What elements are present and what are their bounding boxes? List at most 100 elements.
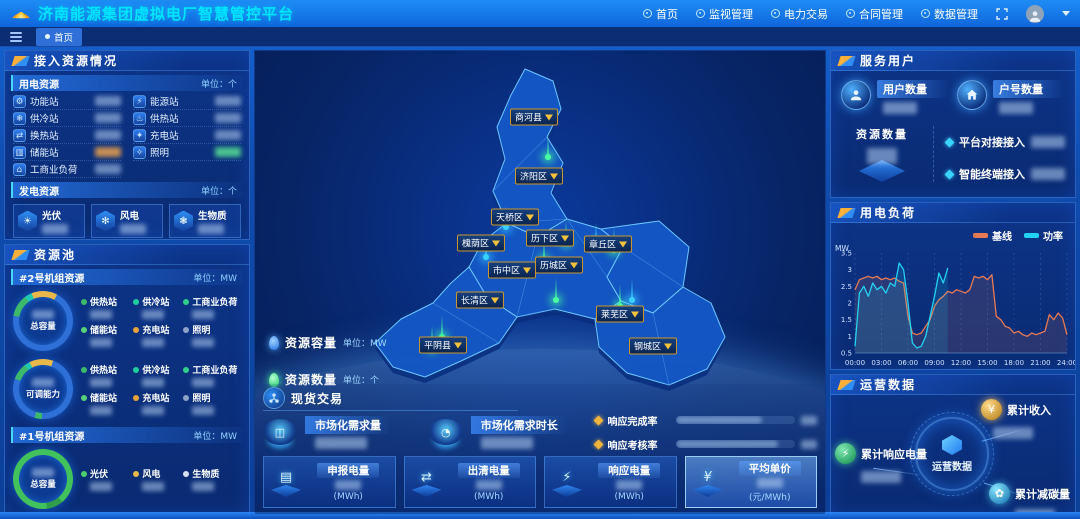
panel-header: 接入资源情况 [5, 51, 249, 71]
marker-triangle-icon [454, 342, 462, 348]
legend-swatch [1024, 233, 1039, 238]
legend-dot [81, 395, 87, 401]
user-avatar[interactable] [1026, 5, 1044, 23]
nav-item-contract[interactable]: 合同管理 [846, 6, 903, 22]
platform-access-row: 平台对接接入 [946, 134, 1065, 150]
donut-legend: 供热站 供冷站 工商业负荷 储能站 充电站 照明 [81, 295, 241, 347]
marker-triangle-icon [550, 173, 558, 179]
legend-baseline[interactable]: 基线 [973, 228, 1012, 243]
trade-network-icon [263, 387, 285, 409]
district-tag-huaiyin[interactable]: 槐荫区 [457, 235, 505, 252]
panel-title: 接入资源情况 [34, 52, 118, 69]
income-icon: ¥ [981, 399, 1002, 420]
exchange-icon: ⇄ [411, 467, 443, 487]
panel-corner-icon [11, 56, 29, 66]
district-tag-gangcheng[interactable]: 钢城区 [629, 338, 677, 355]
legend-power[interactable]: 功率 [1024, 228, 1063, 243]
wind-icon: ✻ [96, 211, 115, 232]
fullscreen-icon[interactable] [996, 8, 1008, 20]
panel-title: 运营数据 [860, 376, 916, 393]
load-chart[interactable]: 00:0003:0006:0009:0012:0015:0018:0021:00… [831, 243, 1075, 369]
district-tag-laiwu[interactable]: 莱芜区 [596, 306, 644, 323]
resource-row-storage-station: ▥储能站 [13, 144, 121, 161]
nav-item-monitoring[interactable]: 监视管理 [696, 6, 753, 22]
progress-bar [676, 416, 796, 424]
blurred-value [90, 310, 112, 319]
district-tag-pingyin[interactable]: 平阴县 [419, 337, 467, 354]
pedestal-icon: ¥ [692, 467, 724, 497]
tab-home[interactable]: 首页 [36, 28, 82, 46]
district-tag-tianqiao[interactable]: 天桥区 [491, 209, 539, 226]
district-tag-shizhong[interactable]: 市中区 [488, 262, 536, 279]
power-use-grid: ⚙功能站 ⚡能源站 ❄供冷站 ♨供热站 ⇄换热站 ✦充电站 ▥储能站 ✧照明 ⌂… [5, 93, 249, 178]
panel-access-resources: 接入资源情况 用电资源单位：个 ⚙功能站 ⚡能源站 ❄供冷站 ♨供热站 ⇄换热站… [4, 50, 250, 240]
marker-triangle-icon [561, 235, 569, 241]
blurred-value [95, 96, 121, 106]
svg-text:00:00: 00:00 [845, 359, 865, 367]
marker-triangle-icon [545, 114, 553, 120]
unit-label: (MWh) [474, 492, 503, 502]
blurred-value [192, 310, 214, 319]
nav-item-data-mgmt[interactable]: 数据管理 [921, 6, 978, 22]
blurred-value [616, 480, 642, 490]
panel-power-load: 用电负荷 基线 功率 00:0003:0006:0009:0012:0015:0… [830, 202, 1076, 370]
unit-label: 单位：个 [201, 184, 237, 197]
app-title: 济南能源集团虚拟电厂智慧管控平台 [38, 3, 294, 24]
district-tag-zhangqiu[interactable]: 章丘区 [584, 236, 632, 253]
card-average-price[interactable]: ¥平均单价(元/MWh) [685, 456, 818, 508]
district-tag-lixia[interactable]: 历下区 [526, 230, 574, 247]
subsection-power-use: 用电资源单位：个 [11, 75, 243, 91]
panel-corner-icon [837, 208, 855, 218]
charging-station-icon: ✦ [133, 129, 146, 142]
blurred-value [192, 378, 214, 387]
service-stat-chips: 用户数量 户号数量 [831, 71, 1075, 118]
blurred-value [481, 437, 533, 449]
heat-exchange-icon: ⇄ [13, 129, 26, 142]
svg-text:09:00: 09:00 [924, 359, 944, 367]
svg-text:1: 1 [848, 333, 852, 341]
tab-bar: 首页 [0, 27, 1080, 47]
resource-row-heating-station: ♨供热站 [133, 110, 241, 127]
unit1-capacity-row: 总容量 光伏 风电 生物质 [5, 445, 249, 513]
card-response-energy[interactable]: ⚡响应电量(MWh) [544, 456, 677, 508]
market-demand-duration: ◔ 市场化需求时长 [429, 416, 585, 449]
district-tag-licheng[interactable]: 历城区 [535, 257, 583, 274]
chart-legend: 基线 功率 [831, 223, 1075, 243]
nav-item-power-trade[interactable]: 电力交易 [771, 6, 828, 22]
panel-title: 资源池 [34, 246, 76, 263]
unit-label: (元/MWh) [749, 490, 790, 503]
district-tag-shanghe[interactable]: 商河县 [510, 109, 558, 126]
legend-dot [81, 471, 87, 477]
collapse-menu-icon[interactable] [10, 32, 22, 42]
blurred-value [95, 130, 121, 140]
app-logo-icon [10, 4, 32, 23]
demand-volume-icon: ◫ [263, 419, 297, 445]
blurred-value [999, 102, 1033, 114]
response-rates: 响应完成率 响应考核率 [595, 413, 818, 452]
nav-item-home[interactable]: 首页 [643, 6, 678, 22]
panel-corner-icon [837, 56, 855, 66]
svg-text:3: 3 [848, 266, 852, 274]
yen-icon: ¥ [692, 467, 724, 487]
blurred-value [861, 471, 901, 483]
caret-down-icon[interactable] [1062, 11, 1070, 16]
cooling-station-icon: ❄ [13, 112, 26, 125]
district-tag-changqing[interactable]: 长清区 [456, 292, 504, 309]
generation-cards: ☀光伏 ✻风电 ❃生物质 [5, 200, 249, 240]
district-tag-jiyang[interactable]: 济阳区 [515, 168, 563, 185]
card-declared-energy[interactable]: ▤申报电量(MWh) [263, 456, 396, 508]
svg-text:1.5: 1.5 [841, 316, 852, 324]
panel-service-users: 服务用户 用户数量 户号数量 资源数量 [830, 50, 1076, 198]
heating-station-icon: ♨ [133, 112, 146, 125]
legend-item: 供冷站 [133, 363, 179, 387]
donut-total-capacity: 总容量 [13, 291, 73, 351]
marker-triangle-icon [631, 311, 639, 317]
legend-item: 供冷站 [133, 295, 179, 319]
card-cleared-energy[interactable]: ⇄出清电量(MWh) [404, 456, 537, 508]
blurred-value [198, 224, 224, 234]
blurred-value [192, 406, 214, 415]
legend-dot [183, 471, 189, 477]
market-demand-volume: ◫ 市场化需求量 [263, 416, 419, 449]
tab-dot-icon [45, 34, 50, 39]
legend-item: 储能站 [81, 391, 129, 415]
